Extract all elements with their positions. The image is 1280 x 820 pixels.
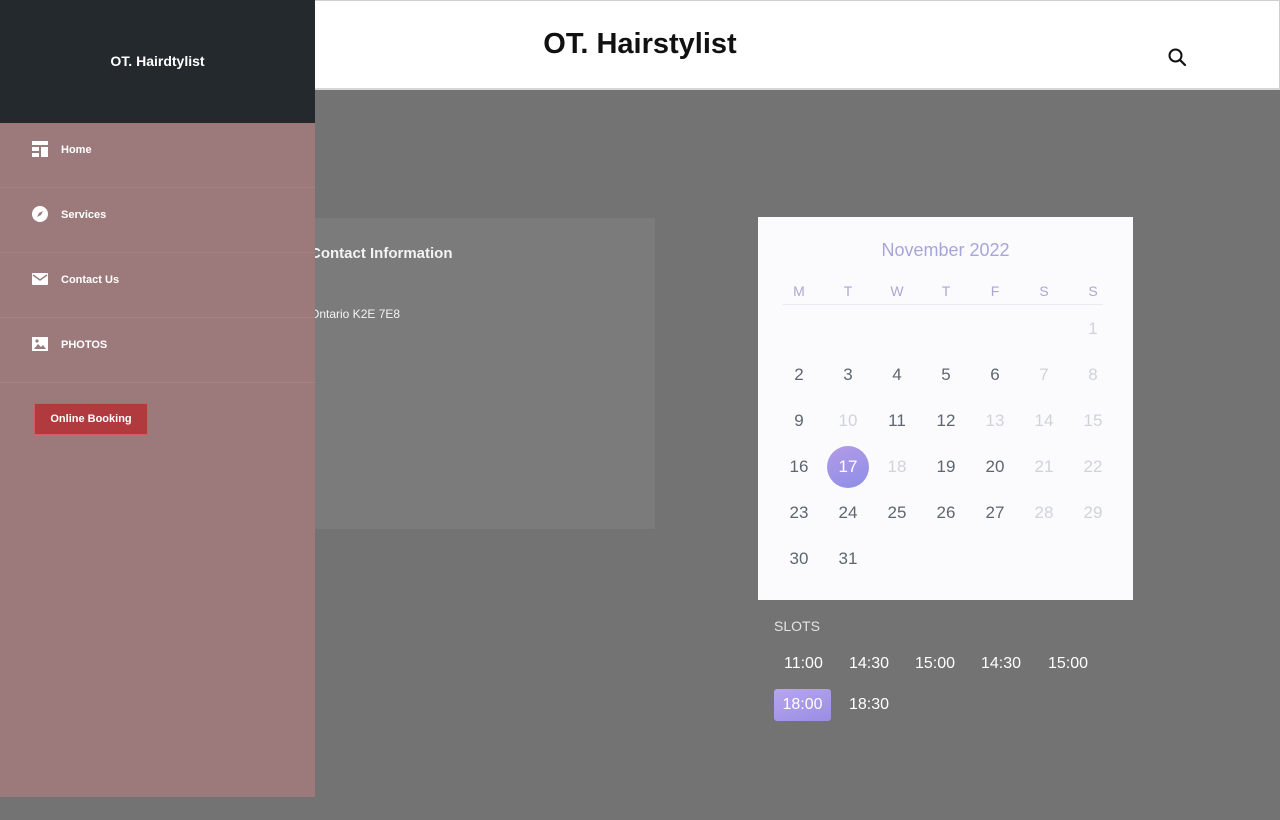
calendar-day[interactable]: 9	[778, 400, 820, 442]
calendar-day[interactable]: 3	[827, 354, 869, 396]
calendar-day: 22	[1083, 457, 1103, 476]
sidebar-item-photos[interactable]: PHOTOS	[0, 318, 315, 383]
calendar-day[interactable]: 26	[925, 492, 967, 534]
sidebar-item-label: Home	[61, 144, 92, 156]
weekday-label: W	[890, 283, 904, 299]
dashboard-icon	[32, 141, 48, 157]
weekday-label: F	[990, 283, 1000, 299]
calendar-day: 8	[1088, 365, 1098, 384]
sidebar-header: OT. Hairdtylist	[0, 0, 315, 123]
time-slot-selected[interactable]: 18:00	[774, 689, 831, 721]
calendar-day: 13	[985, 411, 1005, 430]
weekday-label: M	[793, 283, 805, 299]
time-slot[interactable]: 15:00	[915, 648, 955, 680]
calendar-day[interactable]: 2	[778, 354, 820, 396]
calendar-day[interactable]: 23	[778, 492, 820, 534]
calendar-day[interactable]: 25	[876, 492, 918, 534]
time-slot[interactable]: 15:00	[1048, 648, 1088, 680]
booking-calendar: November 2022 MTWTFSS 1 2 3 4 5 6 7 8 9 10 11 12 13 1…	[758, 217, 1133, 600]
calendar-day[interactable]: 16	[778, 446, 820, 488]
time-slot[interactable]: 14:30	[849, 648, 889, 680]
time-slot[interactable]: 14:30	[981, 648, 1021, 680]
weekday-label: T	[843, 283, 853, 299]
contact-card: Contact Information Ontario K2E 7E8	[280, 218, 655, 529]
calendar-day[interactable]: 19	[925, 446, 967, 488]
calendar-day[interactable]: 20	[974, 446, 1016, 488]
sidebar-brand: OT. Hairdtylist	[110, 53, 205, 69]
calendar-day-selected[interactable]: 17	[827, 446, 869, 488]
calendar-day[interactable]: 24	[827, 492, 869, 534]
calendar-day[interactable]: 30	[778, 538, 820, 580]
calendar-day: 10	[838, 411, 858, 430]
calendar-day[interactable]: 5	[925, 354, 967, 396]
weekday-label: S	[1088, 283, 1098, 299]
calendar-day: 14	[1034, 411, 1054, 430]
calendar-day[interactable]: 4	[876, 354, 918, 396]
time-slot[interactable]: 18:30	[849, 689, 889, 721]
envelope-icon	[32, 273, 48, 285]
sidebar-item-label: PHOTOS	[61, 339, 108, 351]
weekday-row: MTWTFSS	[783, 283, 1103, 305]
sidebar-item-contact-us[interactable]: Contact Us	[0, 253, 315, 318]
calendar-month: November 2022	[881, 240, 1010, 260]
sidebar-item-home[interactable]: Home	[0, 123, 315, 188]
weekday-label: S	[1039, 283, 1049, 299]
calendar-day: 7	[1039, 365, 1049, 384]
calendar-day[interactable]: 6	[974, 354, 1016, 396]
contact-address: Ontario K2E 7E8	[310, 307, 401, 321]
slots-label: SLOTS	[774, 618, 820, 634]
weekday-label: T	[941, 283, 951, 299]
image-icon	[32, 337, 48, 351]
time-slot[interactable]: 11:00	[784, 648, 823, 680]
contact-title: Contact Information	[310, 245, 453, 262]
compass-icon	[32, 206, 48, 222]
calendar-day[interactable]: 27	[974, 492, 1016, 534]
calendar-day[interactable]: 31	[827, 538, 869, 580]
calendar-day: 28	[1034, 503, 1054, 522]
calendar-day: 29	[1083, 503, 1103, 522]
calendar-day[interactable]: 12	[925, 400, 967, 442]
sidebar-item-label: Contact Us	[61, 274, 120, 286]
sidebar-item-services[interactable]: Services	[0, 188, 315, 253]
sidebar-item-label: Services	[61, 209, 107, 221]
calendar-day[interactable]: 11	[876, 400, 918, 442]
calendar-day: 18	[887, 457, 907, 476]
calendar-day: 15	[1083, 411, 1103, 430]
calendar-day: 21	[1034, 457, 1054, 476]
search-icon[interactable]	[1167, 47, 1187, 67]
online-booking-button[interactable]: Online Booking	[34, 403, 148, 435]
calendar-day: 1	[1088, 319, 1098, 338]
sidebar: OT. Hairdtylist Home Services Contact Us	[0, 0, 315, 797]
